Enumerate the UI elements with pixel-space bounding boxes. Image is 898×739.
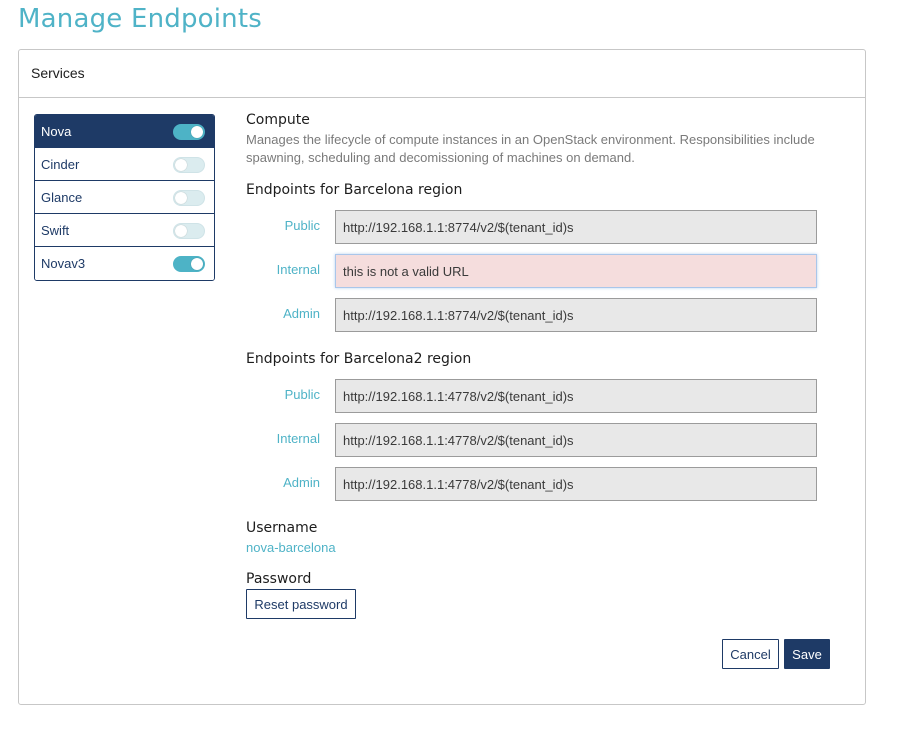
- toggle-knob: [191, 126, 203, 138]
- endpoint-label: Internal: [276, 262, 320, 277]
- service-list: Nova Cinder Glance Swift Novav3: [34, 114, 215, 281]
- service-item-swift[interactable]: Swift: [35, 214, 214, 247]
- reset-password-button[interactable]: Reset password: [246, 589, 356, 619]
- endpoint-input-internal[interactable]: [335, 254, 817, 288]
- service-toggle[interactable]: [173, 190, 205, 206]
- service-item-nova[interactable]: Nova: [35, 115, 214, 148]
- region-title: Endpoints for Barcelona region: [246, 182, 463, 198]
- endpoint-label: Public: [284, 387, 320, 402]
- toggle-knob: [175, 192, 187, 204]
- service-label: Swift: [41, 223, 70, 238]
- service-toggle[interactable]: [173, 157, 205, 173]
- save-button[interactable]: Save: [784, 639, 830, 669]
- service-toggle[interactable]: [173, 256, 205, 272]
- service-toggle[interactable]: [173, 124, 205, 140]
- service-label: Novav3: [41, 256, 86, 271]
- service-item-novav3[interactable]: Novav3: [35, 247, 214, 280]
- endpoint-row-admin: Admin: [246, 298, 846, 332]
- cancel-button[interactable]: Cancel: [722, 639, 779, 669]
- endpoint-row-public: Public: [246, 210, 846, 244]
- toggle-knob: [175, 225, 187, 237]
- service-toggle[interactable]: [173, 223, 205, 239]
- service-name: Compute: [246, 112, 310, 128]
- endpoint-input-public[interactable]: [335, 210, 817, 244]
- service-item-cinder[interactable]: Cinder: [35, 148, 214, 181]
- endpoint-input-admin[interactable]: [335, 298, 817, 332]
- endpoint-row-admin: Admin: [246, 467, 846, 501]
- service-label: Cinder: [41, 157, 80, 172]
- toggle-knob: [191, 258, 203, 270]
- service-description: Manages the lifecycle of compute instanc…: [246, 132, 815, 165]
- endpoint-label: Admin: [283, 475, 320, 490]
- panel-header: Services: [19, 50, 865, 98]
- endpoint-row-internal: Internal: [246, 423, 846, 457]
- service-item-glance[interactable]: Glance: [35, 181, 214, 214]
- toggle-knob: [175, 159, 187, 171]
- page-title: Manage Endpoints: [18, 4, 263, 34]
- endpoint-input-admin[interactable]: [335, 467, 817, 501]
- endpoint-label: Public: [284, 218, 320, 233]
- endpoint-row-internal: Internal: [246, 254, 846, 288]
- username-value: nova-barcelona: [246, 540, 336, 555]
- service-label: Glance: [41, 190, 83, 205]
- endpoint-input-internal[interactable]: [335, 423, 817, 457]
- endpoint-label: Internal: [276, 431, 320, 446]
- password-label: Password: [246, 571, 312, 587]
- username-label: Username: [246, 520, 318, 536]
- service-detail: Compute Manages the lifecycle of compute…: [246, 112, 846, 619]
- region-title: Endpoints for Barcelona2 region: [246, 351, 472, 367]
- services-panel: Services Nova Cinder Glance Swift Novav3…: [18, 49, 866, 705]
- endpoint-row-public: Public: [246, 379, 846, 413]
- service-label: Nova: [41, 124, 72, 139]
- endpoint-input-public[interactable]: [335, 379, 817, 413]
- endpoint-label: Admin: [283, 306, 320, 321]
